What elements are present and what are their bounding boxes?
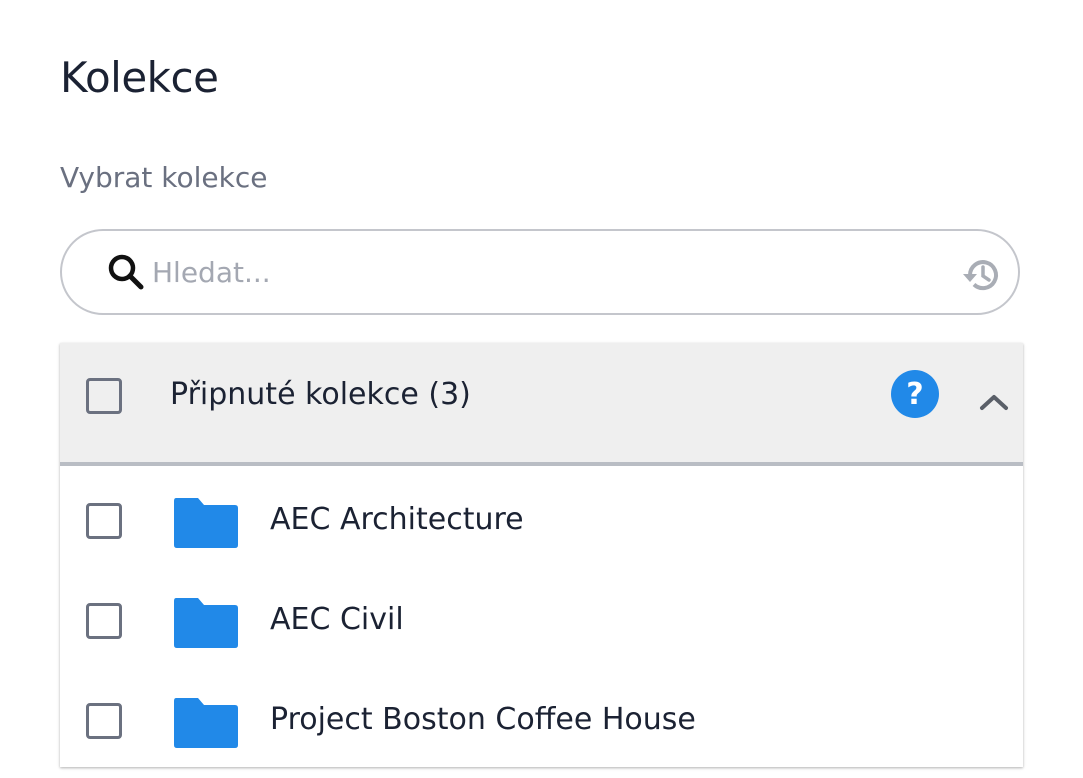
pinned-collections-header[interactable]: Připnuté kolekce (3) ? <box>60 343 1023 466</box>
item-label: AEC Civil <box>270 602 404 637</box>
list-item[interactable]: AEC Architecture <box>60 470 1023 570</box>
svg-text:?: ? <box>906 377 923 412</box>
folder-icon <box>174 598 238 648</box>
item-checkbox[interactable] <box>86 503 122 539</box>
select-all-checkbox[interactable] <box>86 378 122 414</box>
page-title: Kolekce <box>60 53 219 102</box>
pinned-collections-panel: Připnuté kolekce (3) ? AEC Architecture … <box>60 343 1023 767</box>
chevron-up-icon[interactable] <box>976 388 1012 416</box>
item-label: AEC Architecture <box>270 502 524 537</box>
item-checkbox[interactable] <box>86 603 122 639</box>
list-item[interactable]: AEC Civil <box>60 570 1023 670</box>
help-icon[interactable]: ? <box>891 370 939 418</box>
select-collections-label: Vybrat kolekce <box>60 161 268 194</box>
search-box <box>60 229 1020 315</box>
folder-icon <box>174 698 238 748</box>
folder-icon <box>174 498 238 548</box>
search-input[interactable] <box>152 247 942 297</box>
list-item[interactable]: Project Boston Coffee House <box>60 670 1023 770</box>
pinned-collections-label: Připnuté kolekce (3) <box>170 377 471 412</box>
search-icon <box>108 254 144 290</box>
item-label: Project Boston Coffee House <box>270 702 696 737</box>
item-checkbox[interactable] <box>86 703 122 739</box>
history-icon[interactable] <box>960 253 1004 297</box>
